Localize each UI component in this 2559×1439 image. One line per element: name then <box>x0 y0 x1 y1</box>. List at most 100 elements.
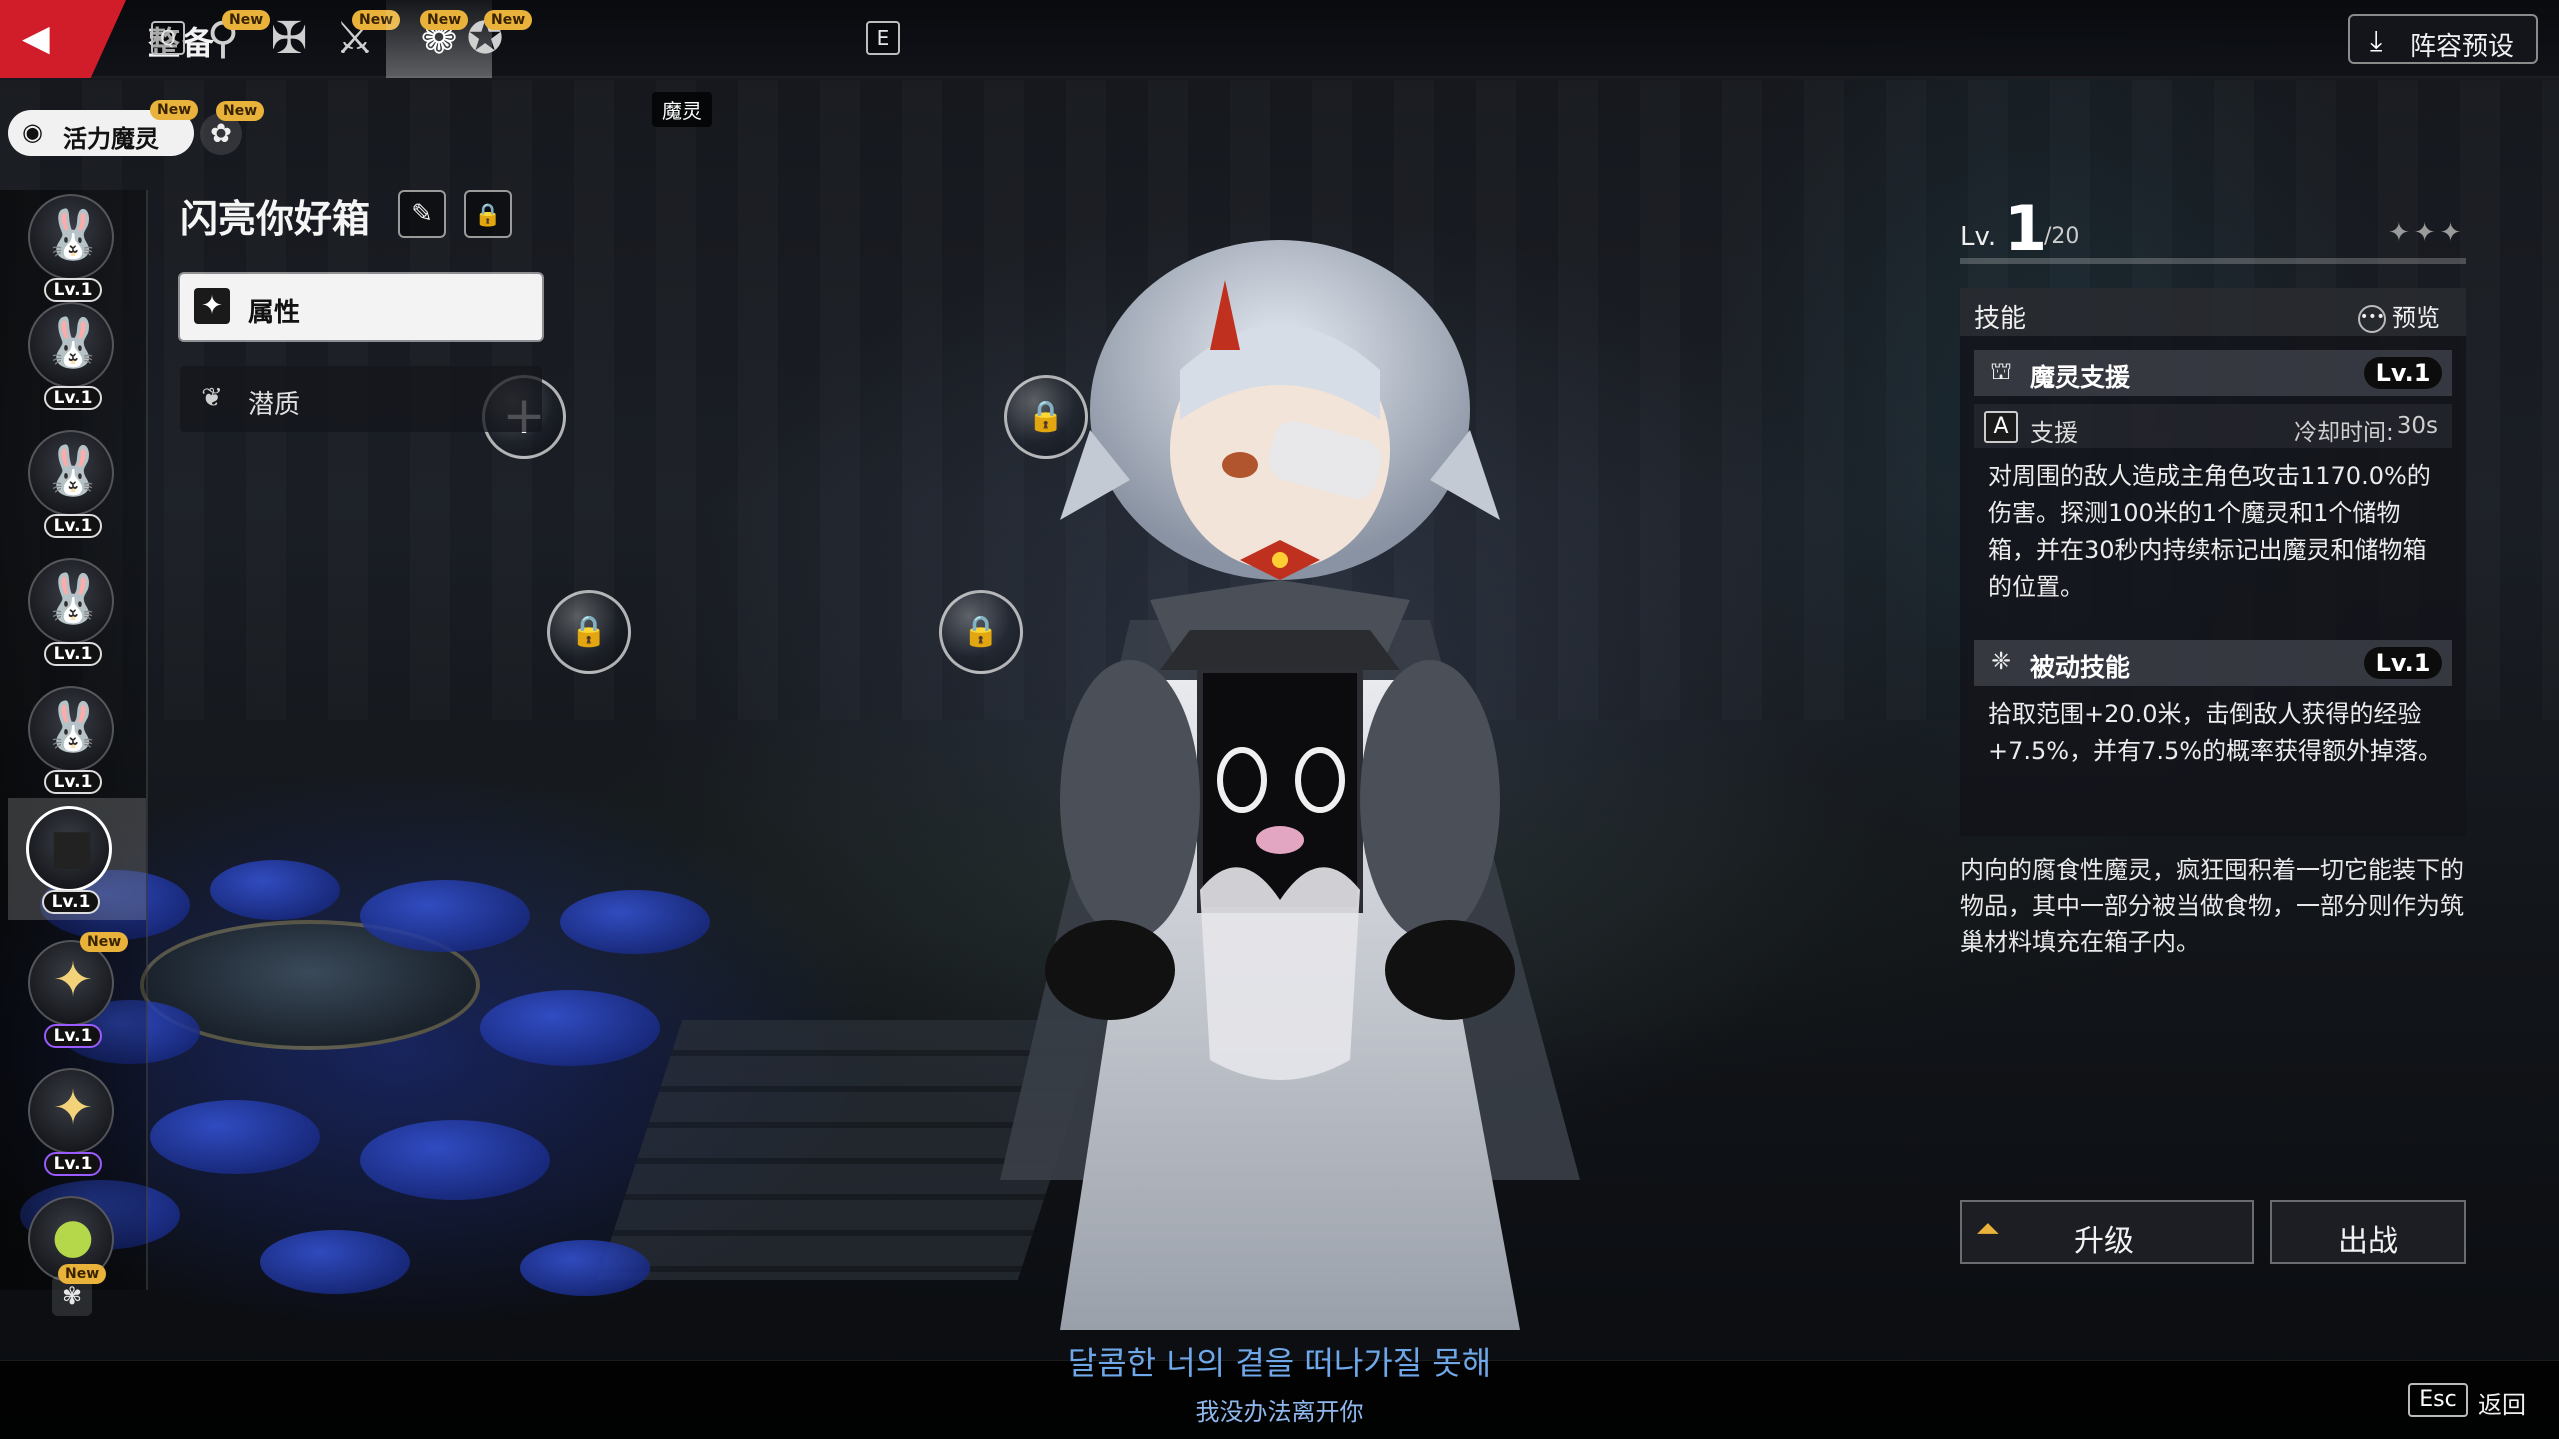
active-skill-name: 魔灵支援 <box>2030 363 2131 392</box>
attributes-icon: ✦ <box>194 288 230 324</box>
lineup-preset-button[interactable]: ⤓ 阵容预设 <box>2348 14 2538 64</box>
golden-pet-icon: ✦ <box>52 952 94 1008</box>
golden-pet-icon: ✦ <box>52 1080 94 1136</box>
deploy-button[interactable]: 出战 <box>2270 1200 2466 1264</box>
flower-icon: ✾ <box>61 1282 83 1310</box>
tab-potential-label: 潜质 <box>248 390 301 420</box>
preview-label: 预览 <box>2392 304 2440 332</box>
subtitle-chinese: 我没办法离开你 <box>1195 1398 1364 1426</box>
passive-skill-name: 被动技能 <box>2030 653 2131 682</box>
lock-button[interactable]: 🔒 <box>464 190 512 238</box>
pet-roster-list[interactable]: 🐰 Lv.1 🐰 Lv.1 🐰 Lv.1 🐰 Lv.1 🐰 Lv.1 ■ Lv.… <box>0 190 148 1316</box>
cooldown-label: 冷却时间: <box>2294 420 2394 446</box>
avatar: 🐰 <box>28 558 114 644</box>
preview-button[interactable]: ••• 预览 <box>2358 298 2440 333</box>
lock-icon: 🔒 <box>474 203 502 228</box>
skills-title: 技能 <box>1974 304 2027 334</box>
list-item[interactable]: 🐰 Lv.1 <box>24 186 122 304</box>
passive-skill-icon: ❈ <box>1990 647 2012 675</box>
bunny-pet-icon: 🐰 <box>43 571 103 627</box>
skill-type: 支援 <box>2030 419 2078 447</box>
pet-face-icon: ◉ <box>22 118 43 146</box>
filter-chip-other[interactable]: ✿ New <box>200 101 265 155</box>
support-skill-icon: ⛫ <box>1989 357 2013 385</box>
upgrade-arrow-icon: ⏶ <box>1976 1212 2000 1247</box>
esc-key[interactable]: Esc <box>2408 1383 2468 1417</box>
upgrade-button[interactable]: ⏶ 升级 <box>1960 1200 2254 1264</box>
new-badge: New <box>150 100 199 120</box>
potential-icon: ❦ <box>201 383 223 413</box>
new-badge: New <box>216 101 265 121</box>
avatar: 🐰 <box>28 430 114 516</box>
level-max: /20 <box>2044 224 2080 249</box>
list-item[interactable]: 🐰 Lv.1 <box>24 678 122 796</box>
new-badge: New <box>58 1264 107 1284</box>
locked-slot-bubble-right-top[interactable]: 🔒 <box>1004 375 1088 459</box>
pet-name: 闪亮你好箱 <box>180 197 371 241</box>
new-badge: New <box>484 10 533 30</box>
subtitle-korean: 달콤한 너의 곁을 떠나가질 못해 <box>1067 1344 1492 1382</box>
pet-collection-button[interactable]: ✾ New <box>52 1264 107 1316</box>
list-item[interactable]: 🐰 Lv.1 <box>24 550 122 668</box>
game-logo[interactable]: ◀︎ <box>0 0 126 78</box>
lineup-preset-label: 阵容预设 <box>2410 32 2515 62</box>
pet-lore: 内向的腐食性魔灵，疯狂囤积着一切它能装下的物品，其中一部分被当做食物，一部分则作… <box>1960 856 2464 956</box>
level-badge: Lv.1 <box>44 1152 102 1176</box>
locked-slot-bubble-left-bottom[interactable]: 🔒 <box>547 590 631 674</box>
box-pet-icon: ■ <box>49 819 95 875</box>
star-rating: ✦✦✦ <box>2388 218 2466 248</box>
avatar: ✦ <box>28 940 114 1026</box>
level-number: 1 <box>2004 192 2048 265</box>
lock-icon: 🔒 <box>570 614 608 649</box>
skills-panel: ⛫ 魔灵支援 Lv.1 A 支援 冷却时间: 30s 对周围的敌人造成主角色攻击… <box>1960 336 2466 836</box>
skill-hotkey: A <box>1984 411 2018 443</box>
passive-skill-header[interactable]: ❈ 被动技能 Lv.1 <box>1974 640 2452 686</box>
avatar: ■ <box>26 806 112 892</box>
avatar: 🐰 <box>28 302 114 388</box>
list-item[interactable]: 🐰 Lv.1 <box>24 294 122 412</box>
bunny-pet-icon: 🐰 <box>43 699 103 755</box>
green-pet-icon: ● <box>52 1208 94 1264</box>
level-badge: Lv.1 <box>44 386 102 410</box>
list-item[interactable]: ✦ Lv.1 New <box>24 932 129 1050</box>
deploy-label: 出战 <box>2338 1224 2398 1259</box>
tab-attributes[interactable]: ✦ 属性 <box>180 274 542 340</box>
tab-potential[interactable]: ❦ 潜质 <box>180 366 542 432</box>
level-badge: Lv.1 <box>44 770 102 794</box>
cooldown-value: 30s <box>2396 413 2438 439</box>
xp-bar <box>1960 258 2466 264</box>
tab-attributes-label: 属性 <box>248 298 301 328</box>
upgrade-label: 升级 <box>2074 1224 2134 1259</box>
tab-module[interactable]: ✪ New <box>432 0 538 78</box>
bunny-pet-icon: 🐰 <box>43 315 103 371</box>
back-button[interactable]: 返回 <box>2478 1385 2526 1420</box>
list-item[interactable]: ✦ Lv.1 <box>24 1060 122 1178</box>
list-item[interactable]: 🐰 Lv.1 <box>24 422 122 540</box>
bunny-pet-icon: 🐰 <box>43 443 103 499</box>
active-skill-header[interactable]: ⛫ 魔灵支援 Lv.1 <box>1974 350 2452 396</box>
list-item-selected[interactable]: ■ Lv.1 <box>8 798 146 920</box>
level-badge: Lv.1 <box>42 890 100 914</box>
bunny-pet-icon: 🐰 <box>43 207 103 263</box>
level-badge: Lv.1 <box>44 514 102 538</box>
logo-eye-icon: ◀︎ <box>22 18 50 59</box>
lock-icon: 🔒 <box>962 614 1000 649</box>
pet-character-model <box>1000 240 1580 1330</box>
level-badge: Lv.1 <box>44 642 102 666</box>
paw-icon: ✿ <box>210 119 232 149</box>
avatar: 🐰 <box>28 194 114 280</box>
pet-level: Lv. 1 /20 ✦✦✦ <box>1958 192 2468 265</box>
top-bar: ◀︎ 整备 Q Q ⚲ New ✠ ⚔ New ❁ New ✪ New E ⤓ … <box>0 0 2559 78</box>
filter-chip-label: 活力魔灵 <box>63 125 159 153</box>
avatar: 🐰 <box>28 686 114 772</box>
passive-skill-description: 拾取范围+20.0米，击倒敌人获得的经验+7.5%，并有7.5%的概率获得额外掉… <box>1988 700 2443 765</box>
locked-slot-bubble-right-bottom[interactable]: 🔒 <box>939 590 1023 674</box>
next-tab-key[interactable]: E <box>866 21 900 55</box>
active-skill-level: Lv.1 <box>2364 357 2442 389</box>
filter-chip-active-pets[interactable]: ◉ 活力魔灵 New <box>8 100 199 156</box>
avatar: ✦ <box>28 1068 114 1154</box>
active-skill-meta: A 支援 冷却时间: 30s <box>1974 404 2452 448</box>
active-skill-description: 对周围的敌人造成主角色攻击1170.0%的伤害。探测100米的1个魔灵和1个储物… <box>1988 462 2431 601</box>
rename-button[interactable]: ✎ <box>398 190 446 238</box>
download-icon: ⤓ <box>2370 24 2383 57</box>
